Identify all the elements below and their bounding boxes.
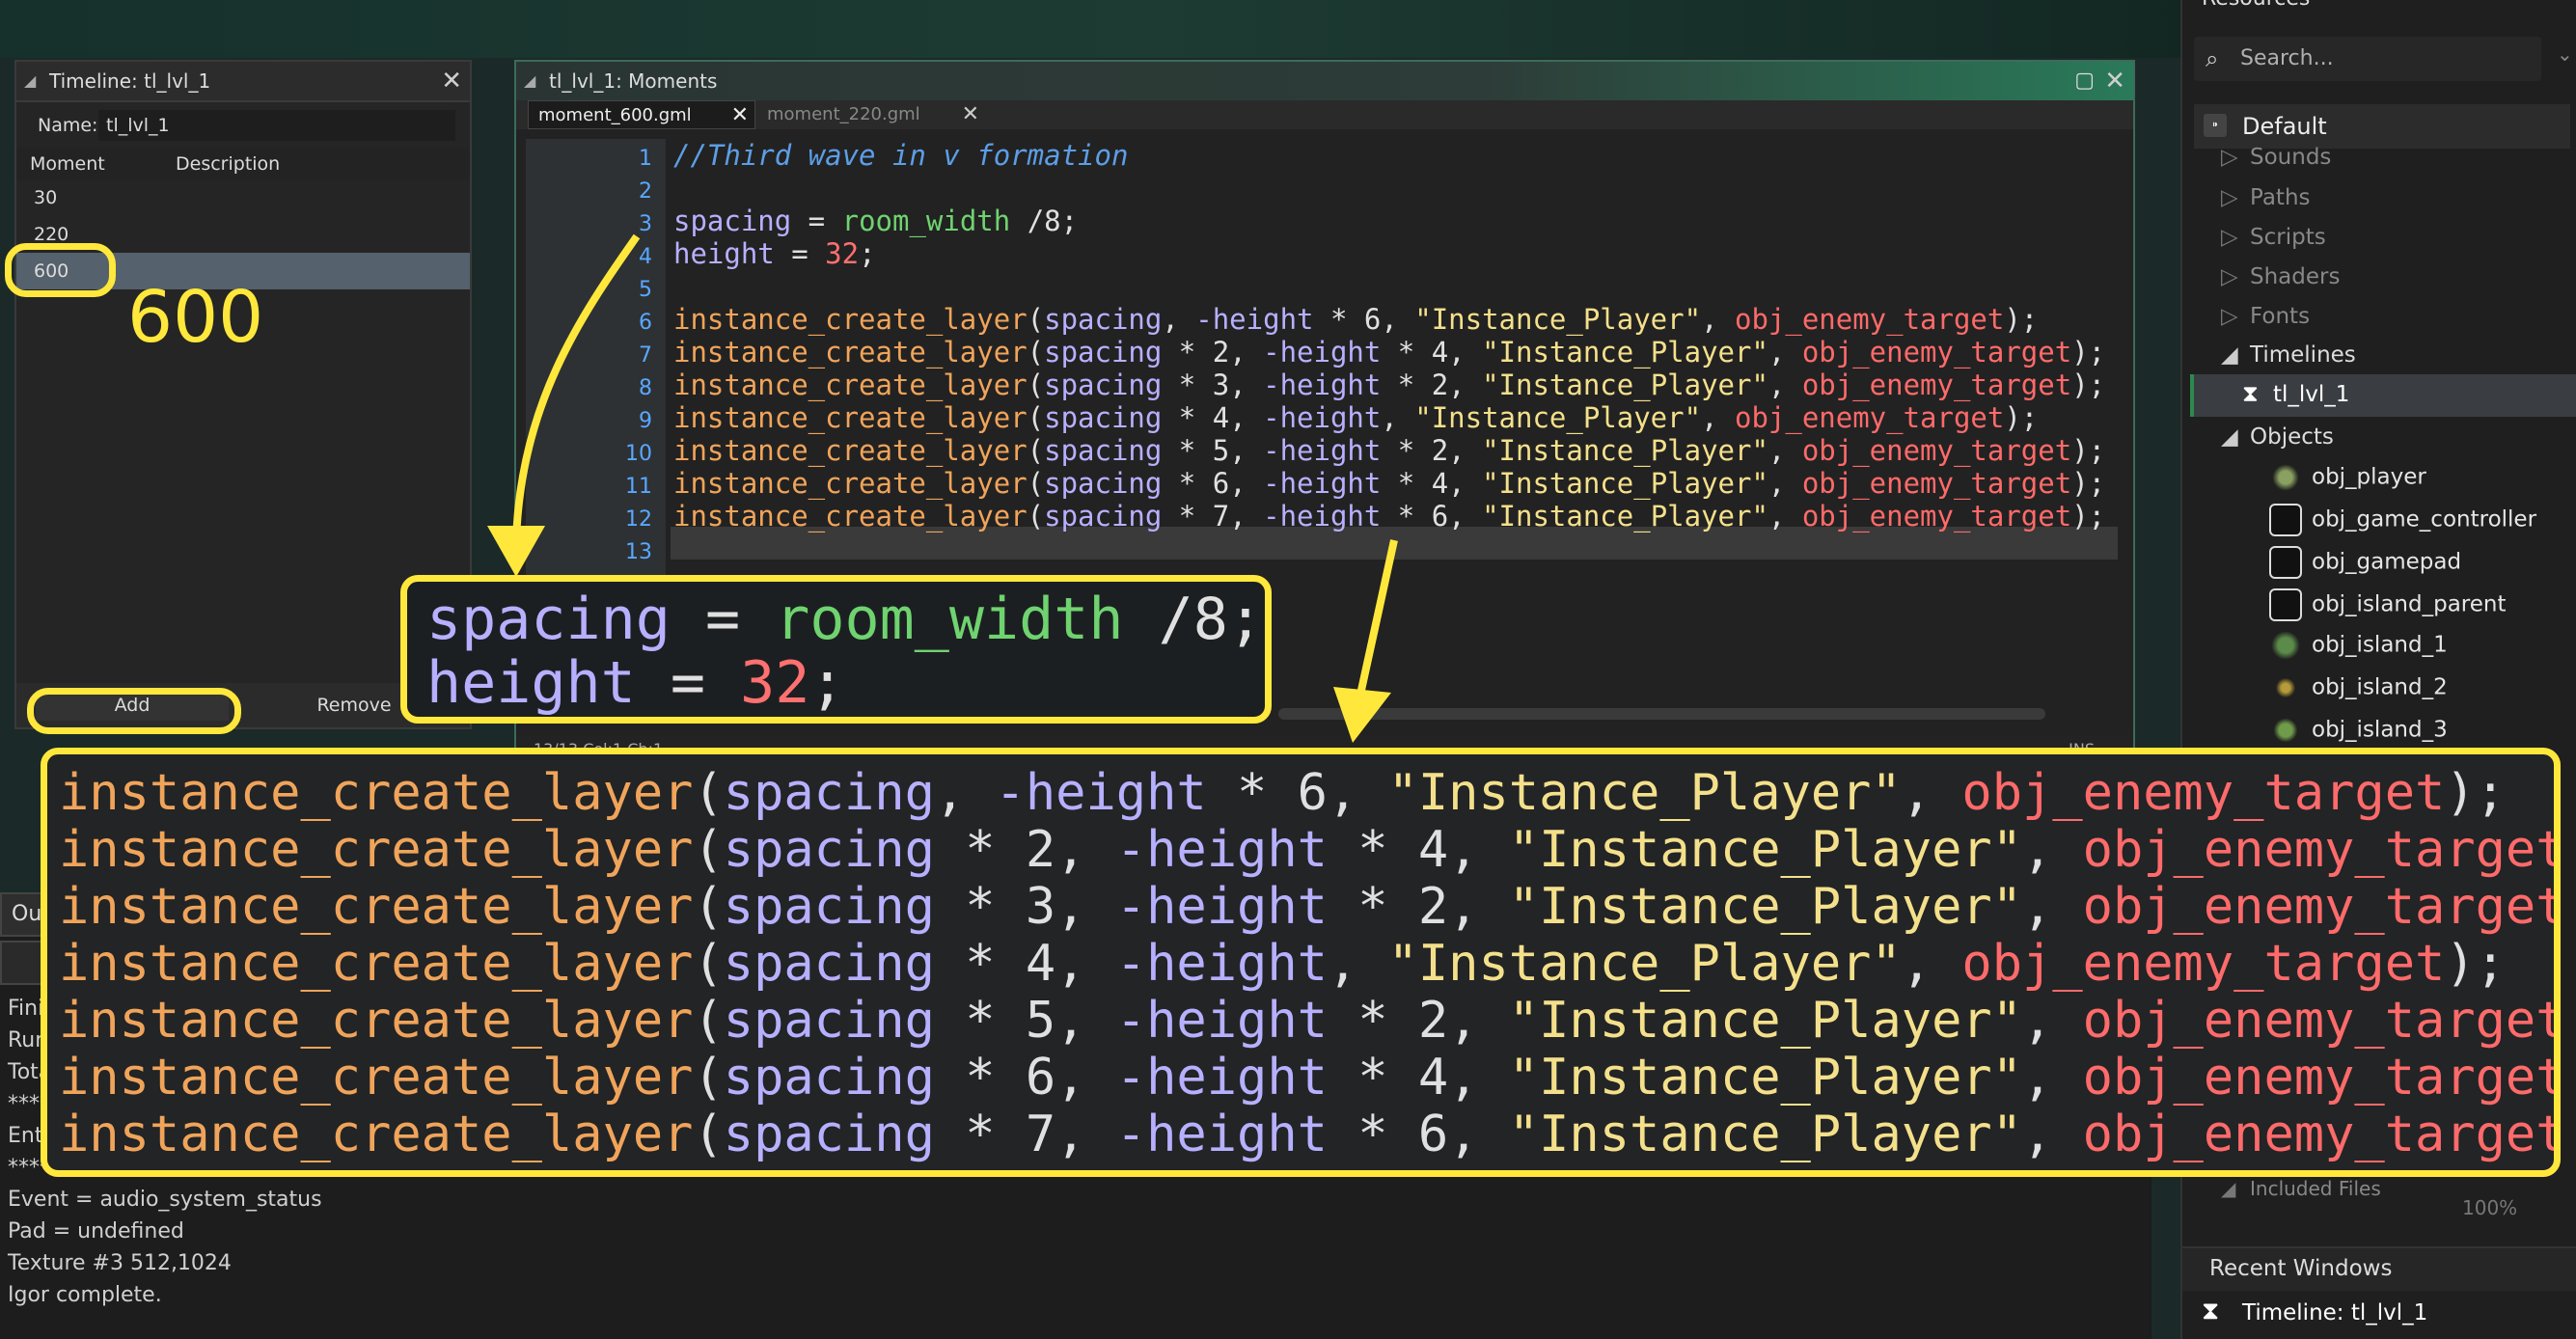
arrow-to-calls xyxy=(1357,539,1398,696)
arrow-to-variables xyxy=(512,233,641,541)
zoomed-line-create: instance_create_layer(spacing * 4, -heig… xyxy=(59,935,2506,993)
zoomed-line-spacing: spacing = room_width /8; xyxy=(426,586,1263,653)
zoomed-line-create: instance_create_layer(spacing * 5, -heig… xyxy=(59,992,2561,1050)
zoomed-line-create: instance_create_layer(spacing * 3, -heig… xyxy=(59,878,2561,936)
zoomed-line-create: instance_create_layer(spacing, -height *… xyxy=(59,764,2506,822)
zoomed-variables-box: spacing = room_width /8; height = 32; xyxy=(400,575,1272,724)
zoomed-line-create: instance_create_layer(spacing * 7, -heig… xyxy=(59,1106,2561,1163)
arrow-head-icon xyxy=(487,526,545,577)
arrow-head-icon xyxy=(1333,687,1391,743)
zoomed-line-height: height = 32; xyxy=(426,649,845,717)
zoomed-line-create: instance_create_layer(spacing * 6, -heig… xyxy=(59,1049,2561,1107)
zoomed-create-calls-box: instance_create_layer(spacing, -height *… xyxy=(41,748,2561,1177)
zoomed-line-create: instance_create_layer(spacing * 2, -heig… xyxy=(59,821,2561,879)
